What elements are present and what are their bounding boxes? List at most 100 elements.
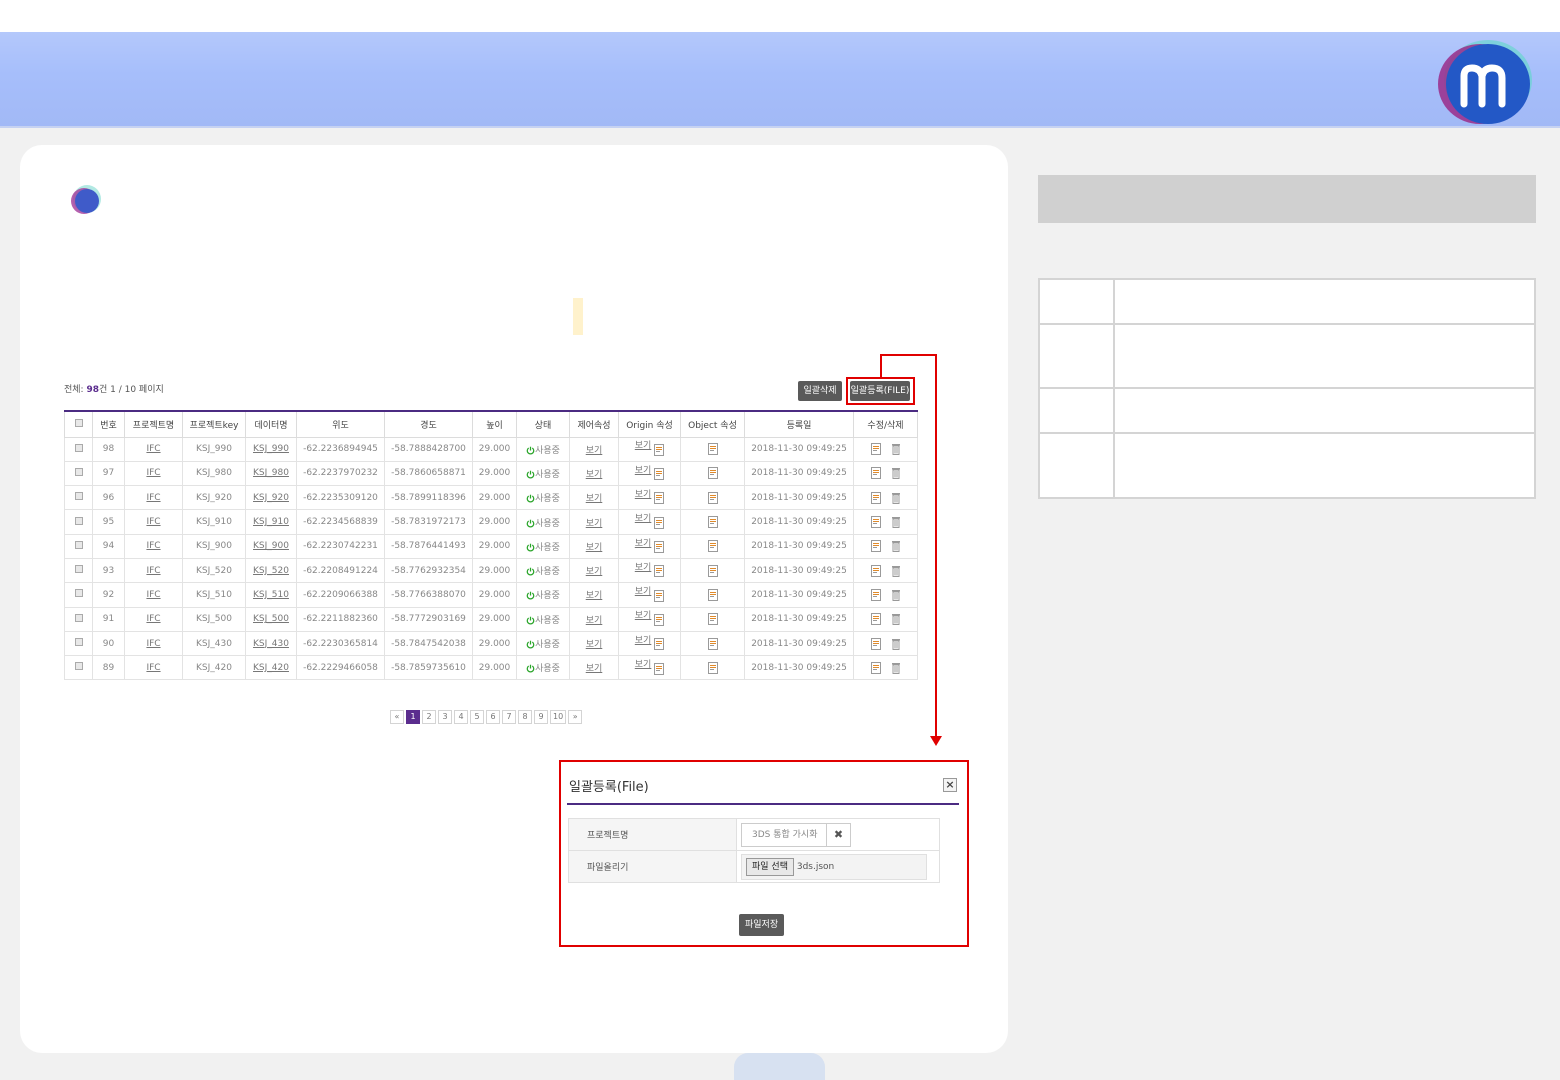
control-attr-link[interactable]: 보기 — [586, 494, 603, 504]
col-header[interactable]: 프로젝트key — [182, 410, 246, 438]
data-name-link[interactable]: KSJ_430 — [245, 630, 297, 657]
project-link[interactable]: IFC — [124, 436, 183, 462]
m-logo-icon[interactable] — [1436, 38, 1534, 126]
control-attr-cell[interactable]: 보기 — [569, 557, 619, 584]
document-icon[interactable] — [654, 492, 665, 505]
data-name-link[interactable]: KSJ_980 — [245, 460, 297, 487]
edit-icon[interactable] — [870, 467, 881, 480]
data-name[interactable]: KSJ_910 — [253, 517, 289, 527]
trash-icon[interactable] — [891, 492, 901, 504]
edit-icon[interactable] — [870, 516, 881, 529]
control-attr-cell[interactable]: 보기 — [569, 655, 619, 681]
save-file-button[interactable]: 파일저장 — [739, 914, 785, 936]
data-name[interactable]: KSJ_900 — [253, 541, 289, 551]
project-name[interactable]: IFC — [146, 541, 160, 551]
project-link[interactable]: IFC — [124, 460, 183, 487]
data-name-link[interactable]: KSJ_990 — [245, 436, 297, 462]
edit-icon[interactable] — [870, 661, 881, 674]
page-button[interactable]: 10 — [550, 710, 567, 724]
row-checkbox[interactable] — [64, 533, 93, 559]
data-name-link[interactable]: KSJ_500 — [245, 606, 297, 632]
project-name[interactable]: IFC — [146, 493, 160, 503]
data-name-link[interactable]: KSJ_910 — [245, 509, 297, 535]
origin-attr-link[interactable]: 보기 — [635, 660, 652, 670]
edit-icon[interactable] — [870, 564, 881, 577]
trash-icon[interactable] — [891, 443, 901, 456]
document-icon[interactable] — [654, 565, 665, 578]
project-link[interactable]: IFC — [124, 582, 183, 608]
document-icon[interactable] — [654, 638, 665, 651]
row-checkbox[interactable] — [64, 630, 93, 657]
project-name[interactable]: IFC — [146, 468, 160, 478]
data-name[interactable]: KSJ_980 — [253, 468, 289, 478]
page-button[interactable]: 7 — [502, 710, 516, 724]
page-button[interactable]: 1 — [406, 710, 420, 724]
control-attr-cell[interactable]: 보기 — [569, 436, 619, 462]
control-attr-link[interactable]: 보기 — [586, 664, 603, 674]
control-attr-link[interactable]: 보기 — [586, 616, 603, 626]
control-attr-link[interactable]: 보기 — [586, 591, 603, 601]
row-checkbox[interactable] — [64, 582, 93, 608]
control-attr-link[interactable]: 보기 — [586, 640, 603, 650]
origin-attr-link[interactable]: 보기 — [635, 514, 652, 524]
control-attr-cell[interactable]: 보기 — [569, 630, 619, 657]
document-icon[interactable] — [707, 613, 718, 626]
document-icon[interactable] — [654, 662, 665, 675]
control-attr-cell[interactable]: 보기 — [569, 460, 619, 487]
trash-icon[interactable] — [891, 540, 901, 553]
trash-icon[interactable] — [891, 613, 901, 626]
row-checkbox[interactable] — [64, 485, 93, 511]
edit-icon[interactable] — [870, 540, 881, 553]
control-attr-cell[interactable]: 보기 — [569, 582, 619, 608]
data-name-link[interactable]: KSJ_420 — [245, 655, 297, 681]
project-link[interactable]: IFC — [124, 606, 183, 632]
project-name[interactable]: IFC — [146, 663, 160, 673]
control-attr-cell[interactable]: 보기 — [569, 485, 619, 511]
origin-attr-link[interactable]: 보기 — [635, 611, 652, 621]
document-icon[interactable] — [654, 443, 665, 456]
close-icon[interactable]: × — [943, 778, 957, 792]
project-name[interactable]: IFC — [146, 590, 160, 600]
control-attr-link[interactable]: 보기 — [586, 470, 603, 480]
trash-icon[interactable] — [891, 516, 901, 529]
row-checkbox[interactable] — [64, 436, 93, 462]
control-attr-cell[interactable]: 보기 — [569, 509, 619, 535]
col-header[interactable]: 번호 — [92, 410, 125, 438]
document-icon[interactable] — [654, 468, 665, 481]
document-icon[interactable] — [707, 491, 718, 504]
origin-attr-link[interactable]: 보기 — [635, 636, 652, 646]
document-icon[interactable] — [654, 613, 665, 626]
page-button[interactable]: 3 — [438, 710, 452, 724]
page-button[interactable]: 5 — [470, 710, 484, 724]
col-header[interactable]: 데이터명 — [245, 410, 297, 438]
project-link[interactable]: IFC — [124, 485, 183, 511]
project-name-field[interactable]: 3DS 통합 가시화 ✖ — [741, 822, 851, 847]
col-header[interactable]: 위도 — [296, 410, 385, 438]
origin-attr-link[interactable]: 보기 — [635, 563, 652, 573]
file-input[interactable]: 파일 선택 3ds.json — [741, 853, 927, 880]
project-link[interactable]: IFC — [124, 533, 183, 559]
data-name[interactable]: KSJ_510 — [253, 590, 289, 600]
trash-icon[interactable] — [891, 638, 901, 650]
document-icon[interactable] — [707, 516, 718, 529]
origin-attr-link[interactable]: 보기 — [635, 490, 652, 500]
origin-attr-link[interactable]: 보기 — [635, 587, 652, 597]
project-name[interactable]: IFC — [146, 444, 160, 454]
data-name-link[interactable]: KSJ_920 — [245, 485, 297, 511]
control-attr-link[interactable]: 보기 — [586, 446, 603, 456]
col-header[interactable]: 수정/삭제 — [853, 410, 918, 438]
project-link[interactable]: IFC — [124, 557, 183, 584]
row-checkbox[interactable] — [64, 606, 93, 632]
page-button[interactable]: 8 — [518, 710, 532, 724]
select-all-checkbox[interactable] — [64, 410, 93, 438]
data-name[interactable]: KSJ_920 — [253, 493, 289, 503]
page-button[interactable]: 9 — [534, 710, 548, 724]
edit-icon[interactable] — [870, 588, 881, 601]
document-icon[interactable] — [654, 589, 665, 602]
data-name[interactable]: KSJ_420 — [253, 663, 289, 673]
edit-icon[interactable] — [870, 637, 881, 650]
page-button[interactable]: 2 — [422, 710, 436, 724]
first-page-button[interactable]: « — [390, 710, 404, 724]
project-name[interactable]: IFC — [146, 614, 160, 624]
document-icon[interactable] — [707, 443, 718, 456]
